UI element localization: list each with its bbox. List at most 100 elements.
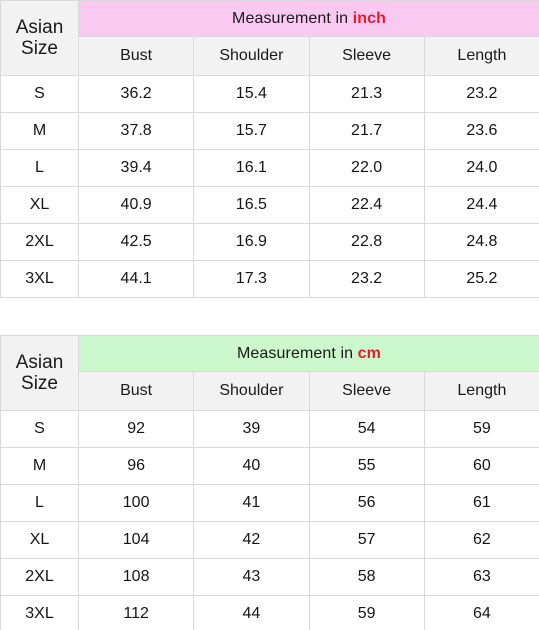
cell-shoulder: 42: [193, 521, 310, 559]
banner-row: Asian Size Measurement in cm: [0, 335, 539, 411]
cell-length: 24.0: [423, 149, 539, 187]
banner-prefix: Measurement in: [237, 344, 358, 362]
row-size-label: 2XL: [0, 223, 79, 261]
row-size-label: 3XL: [0, 260, 79, 298]
cell-sleeve: 23.2: [308, 260, 425, 298]
cell-length: 59: [423, 410, 539, 448]
table-row: L 39.4 16.1 22.0 24.0: [0, 149, 539, 187]
size-table-cm: Asian Size Measurement in cm Bust Should…: [0, 335, 539, 630]
row-size-label: 3XL: [0, 595, 79, 630]
cell-bust: 42.5: [77, 223, 195, 261]
cell-sleeve: 59: [308, 595, 425, 630]
cell-bust: 37.8: [77, 112, 195, 150]
column-header-row: Bust Shoulder Sleeve Length: [0, 371, 539, 411]
measurement-banner-inch: Measurement in inch: [77, 0, 539, 37]
column-header-bust: Bust: [77, 36, 195, 76]
cell-bust: 40.9: [77, 186, 195, 224]
table-row: 3XL 44.1 17.3 23.2 25.2: [0, 260, 539, 298]
cell-length: 25.2: [423, 260, 539, 298]
asian-size-line2: Size: [21, 373, 58, 394]
asian-size-header: Asian Size: [0, 335, 79, 411]
unit-label-inch: inch: [352, 9, 386, 27]
row-size-label: S: [0, 75, 79, 113]
row-size-label: M: [0, 447, 79, 485]
cell-bust: 39.4: [77, 149, 195, 187]
banner-prefix: Measurement in: [232, 9, 353, 27]
row-size-label: 2XL: [0, 558, 79, 596]
column-header-sleeve: Sleeve: [308, 36, 425, 76]
cell-sleeve: 21.7: [308, 112, 425, 150]
cell-sleeve: 56: [308, 484, 425, 522]
cell-sleeve: 58: [308, 558, 425, 596]
row-size-label: XL: [0, 521, 79, 559]
column-header-length: Length: [423, 36, 539, 76]
cell-sleeve: 22.8: [308, 223, 425, 261]
asian-size-line1: Asian: [15, 16, 64, 38]
row-size-label: XL: [0, 186, 79, 224]
cell-sleeve: 54: [308, 410, 425, 448]
cell-shoulder: 17.3: [193, 260, 310, 298]
table-row: L 100 41 56 61: [0, 484, 539, 522]
asian-size-header: Asian Size: [0, 0, 79, 76]
cell-sleeve: 57: [308, 521, 425, 559]
size-chart-page: Asian Size Measurement in inch Bust Shou…: [0, 0, 539, 630]
cell-bust: 92: [77, 410, 195, 448]
row-size-label: S: [0, 410, 79, 448]
table-row: 3XL 112 44 59 64: [0, 595, 539, 630]
column-header-bust: Bust: [77, 371, 195, 411]
asian-size-line2: Size: [21, 38, 58, 59]
table-row: XL 40.9 16.5 22.4 24.4: [0, 186, 539, 224]
table-row: S 36.2 15.4 21.3 23.2: [0, 75, 539, 113]
unit-label-cm: cm: [357, 344, 381, 362]
cell-length: 23.6: [423, 112, 539, 150]
cell-shoulder: 15.4: [193, 75, 310, 113]
column-header-shoulder: Shoulder: [193, 36, 310, 76]
cell-length: 24.8: [423, 223, 539, 261]
column-header-row: Bust Shoulder Sleeve Length: [0, 36, 539, 76]
cell-length: 63: [423, 558, 539, 596]
cell-length: 23.2: [423, 75, 539, 113]
cell-length: 64: [423, 595, 539, 630]
cell-bust: 100: [77, 484, 195, 522]
column-header-length: Length: [423, 371, 539, 411]
table-row: 2XL 42.5 16.9 22.8 24.8: [0, 223, 539, 261]
asian-size-line1: Asian: [15, 351, 64, 373]
cell-shoulder: 44: [193, 595, 310, 630]
cell-bust: 112: [77, 595, 195, 630]
table-row: M 96 40 55 60: [0, 447, 539, 485]
cell-sleeve: 21.3: [308, 75, 425, 113]
cell-shoulder: 16.1: [193, 149, 310, 187]
table-row: M 37.8 15.7 21.7 23.6: [0, 112, 539, 150]
table-row: S 92 39 54 59: [0, 410, 539, 448]
cell-shoulder: 15.7: [193, 112, 310, 150]
cell-shoulder: 39: [193, 410, 310, 448]
column-header-sleeve: Sleeve: [308, 371, 425, 411]
cell-bust: 44.1: [77, 260, 195, 298]
cell-bust: 104: [77, 521, 195, 559]
cell-shoulder: 16.5: [193, 186, 310, 224]
table-row: 2XL 108 43 58 63: [0, 558, 539, 596]
table-row: XL 104 42 57 62: [0, 521, 539, 559]
cell-shoulder: 40: [193, 447, 310, 485]
cell-shoulder: 16.9: [193, 223, 310, 261]
cell-sleeve: 22.4: [308, 186, 425, 224]
cell-sleeve: 55: [308, 447, 425, 485]
cell-length: 61: [423, 484, 539, 522]
banner-row: Asian Size Measurement in inch: [0, 0, 539, 76]
column-header-shoulder: Shoulder: [193, 371, 310, 411]
cell-sleeve: 22.0: [308, 149, 425, 187]
cell-length: 62: [423, 521, 539, 559]
cell-length: 24.4: [423, 186, 539, 224]
row-size-label: M: [0, 112, 79, 150]
row-size-label: L: [0, 484, 79, 522]
table-separator-gap: [0, 298, 539, 335]
measurement-banner-cm: Measurement in cm: [78, 335, 539, 372]
cell-bust: 108: [77, 558, 195, 596]
cell-shoulder: 43: [193, 558, 310, 596]
cell-length: 60: [423, 447, 539, 485]
cell-bust: 36.2: [77, 75, 195, 113]
row-size-label: L: [0, 149, 79, 187]
cell-shoulder: 41: [193, 484, 310, 522]
cell-bust: 96: [77, 447, 195, 485]
size-table-inch: Asian Size Measurement in inch Bust Shou…: [0, 0, 539, 298]
